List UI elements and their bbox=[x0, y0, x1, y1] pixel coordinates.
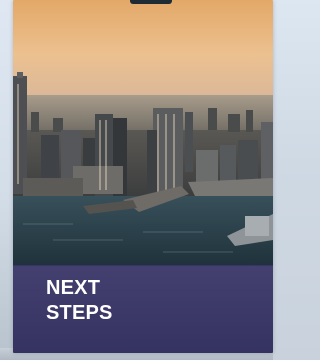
card-caption-overlay: NEXT STEPS bbox=[13, 265, 273, 353]
top-tab-handle bbox=[130, 0, 172, 4]
page-background bbox=[0, 0, 14, 360]
card-title-line-1: NEXT bbox=[46, 277, 101, 299]
card-title-line-2: STEPS bbox=[46, 302, 113, 324]
next-steps-card[interactable]: NEXT STEPS bbox=[13, 0, 273, 353]
card-title: NEXT STEPS bbox=[46, 276, 246, 326]
